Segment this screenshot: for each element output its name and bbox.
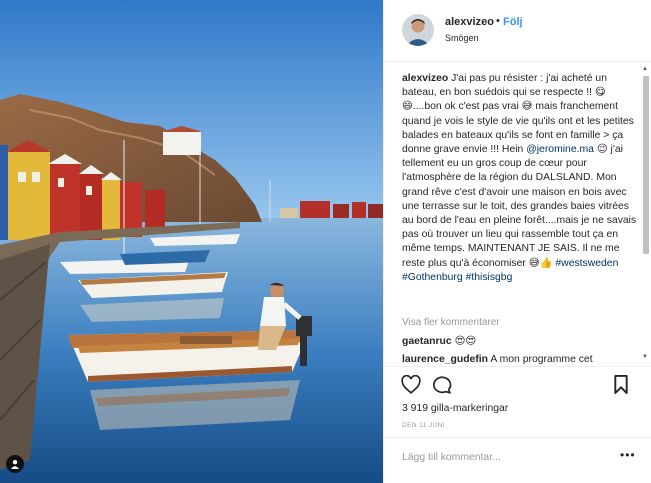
scroll-down-arrow-icon[interactable]: ▼ xyxy=(642,354,648,360)
caption-mention-link[interactable]: @jeromine.ma xyxy=(526,144,594,155)
comments-area[interactable]: alexvizeo J'ai pas pu résister : j'ai ac… xyxy=(384,63,651,366)
hashtag-link[interactable]: #thisisgbg xyxy=(466,272,513,283)
post-header: alexvizeo • Följ Smögen xyxy=(384,0,651,62)
comment-bubble-icon[interactable] xyxy=(432,375,452,399)
post-caption: alexvizeo J'ai pas pu résister : j'ai ac… xyxy=(402,72,640,285)
comment-text: A mon programme cet xyxy=(490,354,593,365)
action-bar xyxy=(384,366,651,402)
post-side-panel: alexvizeo • Följ Smögen alexvizeo J'ai p… xyxy=(383,0,651,483)
scrollbar-thumb[interactable] xyxy=(643,76,649,254)
comment-username[interactable]: laurence_gudefin xyxy=(402,354,488,365)
add-comment-bar: ••• xyxy=(384,437,651,483)
like-count[interactable]: 3 919 gilla-markeringar xyxy=(402,403,508,414)
scroll-up-arrow-icon[interactable]: ▲ xyxy=(642,66,648,72)
caption-text-part1: J'ai pas pu résister : j'ai acheté un ba… xyxy=(402,73,634,156)
hashtag-link[interactable]: #westsweden xyxy=(555,258,618,269)
location-link[interactable]: Smögen xyxy=(445,33,479,43)
comment-item: gaetanruc 😍😍 xyxy=(402,335,476,347)
bookmark-outline-icon[interactable] xyxy=(613,375,629,399)
caption-username[interactable]: alexvizeo xyxy=(402,73,448,84)
comment-username[interactable]: gaetanruc xyxy=(402,336,452,347)
view-more-comments-link[interactable]: Visa fler kommentarer xyxy=(402,317,500,328)
comment-text: 😍😍 xyxy=(454,336,477,347)
follow-button[interactable]: Följ xyxy=(503,16,523,28)
avatar[interactable] xyxy=(402,14,434,46)
post-photo[interactable] xyxy=(0,0,383,483)
like-count-text: 3 919 gilla-markeringar xyxy=(402,403,509,414)
hashtag-link[interactable]: #Gothenburg xyxy=(402,272,463,283)
header-separator: • xyxy=(496,15,500,27)
post-date: DEN 11 JUNI xyxy=(402,422,445,429)
heart-outline-icon[interactable] xyxy=(401,374,421,399)
header-username[interactable]: alexvizeo xyxy=(445,16,494,28)
comment-item: laurence_gudefin A mon programme cet xyxy=(402,354,593,365)
caption-text-part2: 😉 j'ai tellement eu un gros coup de cœur… xyxy=(402,144,637,269)
harbor-boat-image xyxy=(0,0,383,483)
tagged-user-icon[interactable] xyxy=(6,455,24,473)
add-comment-input[interactable] xyxy=(402,452,602,463)
more-options-button[interactable]: ••• xyxy=(620,448,636,462)
